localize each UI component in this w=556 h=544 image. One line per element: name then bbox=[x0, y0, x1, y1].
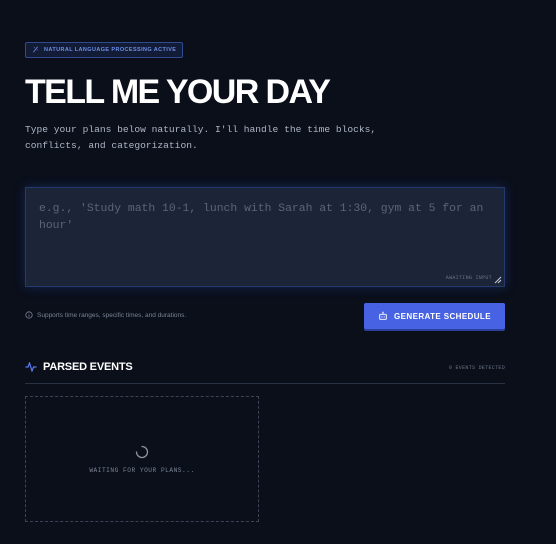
robot-icon bbox=[379, 311, 387, 320]
main-panel: NATURAL LANGUAGE PROCESSING ACTIVE TELL … bbox=[25, 40, 505, 522]
events-empty-state: WAITING FOR YOUR PLANS... bbox=[25, 396, 259, 522]
empty-state-text: WAITING FOR YOUR PLANS... bbox=[89, 466, 195, 474]
activity-icon bbox=[25, 362, 37, 372]
badge-label: NATURAL LANGUAGE PROCESSING ACTIVE bbox=[44, 46, 177, 53]
hint-text: Supports time ranges, specific times, an… bbox=[37, 311, 187, 319]
generate-schedule-button[interactable]: GENERATE SCHEDULE bbox=[364, 303, 505, 329]
loading-spinner-icon bbox=[135, 445, 149, 458]
section-title-text: PARSED EVENTS bbox=[43, 361, 133, 373]
events-count: 0 EVENTS DETECTED bbox=[448, 365, 505, 371]
plans-input[interactable] bbox=[26, 188, 504, 286]
sparkle-icon bbox=[33, 46, 38, 53]
input-hint: Supports time ranges, specific times, an… bbox=[25, 311, 186, 319]
page-subtitle: Type your plans below naturally. I'll ha… bbox=[25, 124, 377, 151]
page-title: TELL ME YOUR DAY bbox=[25, 73, 331, 111]
nlp-status-badge: NATURAL LANGUAGE PROCESSING ACTIVE bbox=[25, 41, 184, 58]
generate-button-label: GENERATE SCHEDULE bbox=[394, 311, 491, 321]
parsed-events-header: PARSED EVENTS 0 EVENTS DETECTED bbox=[25, 359, 505, 384]
plans-input-container: AWAITING INPUT bbox=[25, 187, 505, 287]
resize-handle-icon[interactable] bbox=[494, 276, 502, 284]
info-icon bbox=[25, 311, 33, 319]
parsed-events-title: PARSED EVENTS bbox=[25, 361, 133, 373]
input-status: AWAITING INPUT bbox=[445, 275, 492, 281]
action-row: Supports time ranges, specific times, an… bbox=[25, 303, 505, 329]
